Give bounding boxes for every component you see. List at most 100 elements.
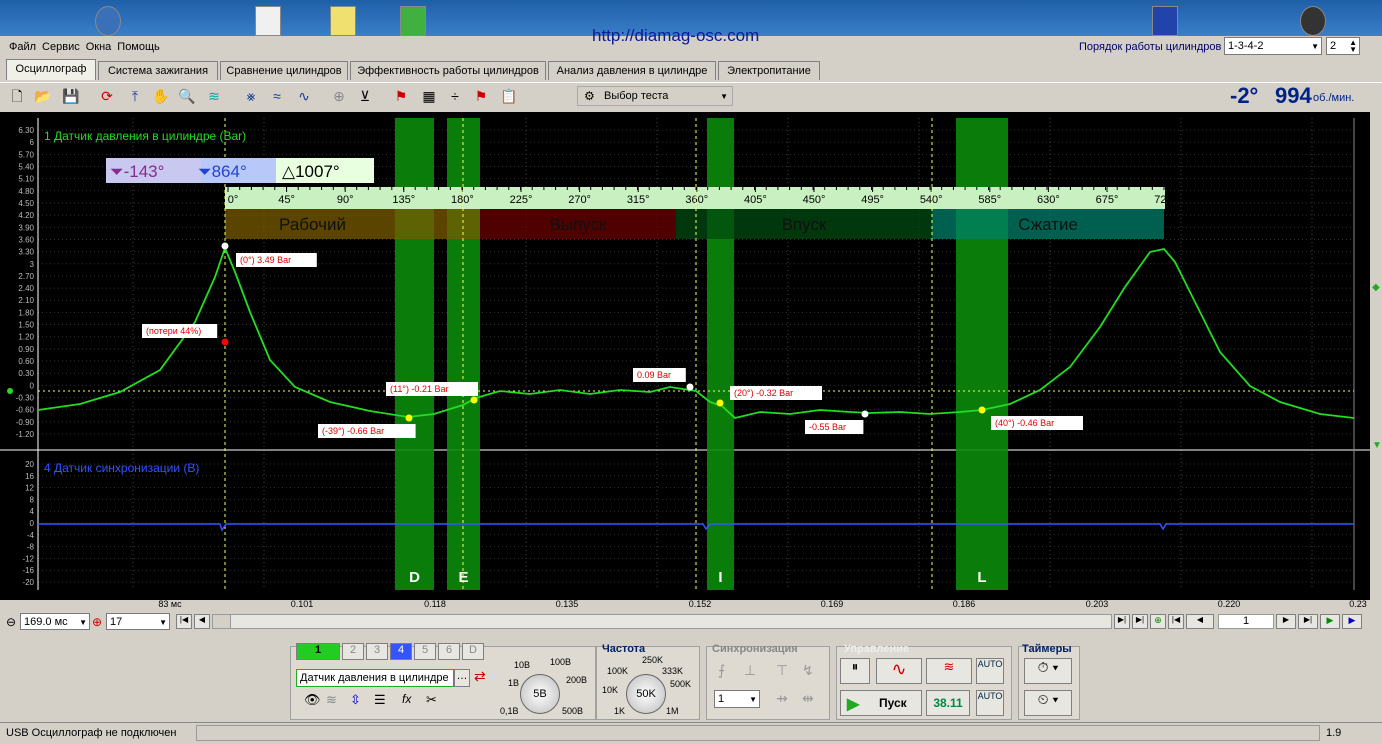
tab-power[interactable]: Электропитание bbox=[718, 61, 820, 80]
desktop-icon[interactable] bbox=[400, 6, 426, 36]
frequency-knob[interactable]: 50K bbox=[626, 674, 666, 714]
scroll-thumb[interactable] bbox=[213, 615, 231, 628]
sensor-browse-button[interactable]: … bbox=[454, 669, 470, 687]
trigger-select[interactable]: 17 ▼ bbox=[106, 613, 170, 630]
edge-rising-icon[interactable]: ⨍ bbox=[718, 662, 725, 679]
frame-number[interactable]: 1 bbox=[1218, 614, 1274, 629]
next-button[interactable]: ▶| bbox=[1114, 614, 1130, 629]
frame-last-button[interactable]: ▶| bbox=[1298, 614, 1318, 629]
frame-first-button[interactable]: |◀ bbox=[1168, 614, 1184, 629]
start-button[interactable]: ▶ Пуск bbox=[840, 690, 922, 716]
edge-auto-icon[interactable]: ↯ bbox=[802, 662, 814, 679]
ch1-tick-label: 3 bbox=[30, 260, 35, 269]
wave-tool-icon[interactable]: ⨳ bbox=[242, 87, 260, 105]
voltage-knob[interactable]: 5В bbox=[520, 674, 560, 714]
wave-overlay-icon[interactable]: ≈ bbox=[268, 87, 286, 105]
zoom-icon[interactable]: 🔍 bbox=[178, 87, 196, 105]
wave-filter-icon[interactable]: ≋ bbox=[326, 692, 337, 708]
channel-6-button[interactable]: 6 bbox=[438, 643, 460, 660]
eye-icon[interactable]: 👁 bbox=[304, 692, 321, 708]
new-file-icon[interactable]: 🗋 bbox=[8, 87, 26, 105]
table-icon[interactable]: ▦ bbox=[420, 87, 438, 105]
last-button[interactable]: ▶| bbox=[1132, 614, 1148, 629]
play-blue-button[interactable]: ▶ bbox=[1342, 614, 1362, 629]
sine-mode-button[interactable]: ∿ bbox=[876, 658, 922, 684]
marker-icon[interactable]: ⚑ bbox=[392, 87, 410, 105]
oscilloscope-plot[interactable]: 6.30 6 5.70 5.40 5.10 4.80 4.50 4.20 3.90 3.60 3.3… bbox=[0, 112, 1370, 609]
zoom-in-icon[interactable]: ⊕ bbox=[92, 615, 102, 629]
cylinder-order-select[interactable]: 1-3-4-2 ▼ bbox=[1224, 37, 1322, 55]
function-icon[interactable]: fx bbox=[402, 692, 411, 706]
sync-offset-icon[interactable]: ⇹ bbox=[802, 690, 814, 707]
tab-oscilloscope[interactable]: Осциллограф bbox=[6, 59, 96, 80]
invert-icon[interactable]: ⇳ bbox=[350, 692, 361, 708]
flag-icon[interactable]: ⚑ bbox=[472, 87, 490, 105]
annotation-label: (20°) -0.32 Bar bbox=[734, 388, 793, 398]
tab-cylinder-compare[interactable]: Сравнение цилиндров bbox=[220, 61, 348, 80]
timer-1-button[interactable]: ⏱ ▾ bbox=[1024, 658, 1072, 684]
zero-icon[interactable]: ⊻ bbox=[356, 87, 374, 105]
open-folder-icon[interactable]: 📂 bbox=[34, 87, 52, 105]
play-button[interactable]: ▶ bbox=[1320, 614, 1340, 629]
edge-down-icon[interactable]: ⊤ bbox=[776, 662, 788, 679]
probe-icon[interactable]: ⇄ bbox=[474, 668, 486, 685]
auto-icon[interactable]: ⊕ bbox=[330, 87, 348, 105]
desktop-icon[interactable] bbox=[255, 6, 281, 36]
cursor-tool-icon[interactable]: ⟳ bbox=[98, 87, 116, 105]
channel-d-button[interactable]: D bbox=[462, 643, 484, 660]
frame-next-button[interactable]: ▶ bbox=[1276, 614, 1296, 629]
clipboard-icon[interactable]: 📋 bbox=[500, 87, 518, 105]
timebase-select[interactable]: 169.0 мс ▼ bbox=[20, 613, 90, 630]
first-page-button[interactable]: |◀ bbox=[176, 614, 192, 629]
ch4-tick-label: 4 bbox=[30, 507, 35, 516]
menu-help[interactable]: Помощь bbox=[117, 41, 160, 53]
desktop-icon[interactable] bbox=[95, 6, 121, 36]
filter-icon[interactable]: ≋ bbox=[205, 87, 223, 105]
tab-cylinder-efficiency[interactable]: Эффективность работы цилиндров bbox=[350, 61, 546, 80]
hand-tool-icon[interactable]: ✋ bbox=[152, 87, 170, 105]
ch1-arrow-icon[interactable]: ▼ bbox=[1372, 440, 1382, 451]
horizontal-scrollbar[interactable] bbox=[212, 614, 1112, 629]
recorder-mode-button[interactable]: ≋ bbox=[926, 658, 972, 684]
measure-value[interactable]: 38.11 bbox=[926, 690, 970, 716]
auto-mode-button[interactable]: AUTO bbox=[976, 658, 1004, 684]
sync-level-icon[interactable]: ⇸ bbox=[776, 690, 788, 707]
lines-icon[interactable]: ☰ bbox=[374, 692, 386, 708]
channel-1-button[interactable]: 1 bbox=[296, 643, 340, 660]
spin-arrows-icon: ▲ ▼ bbox=[1349, 38, 1357, 54]
test-select[interactable]: ⚙ Выбор теста ▼ bbox=[577, 86, 733, 106]
cylinder-spin[interactable]: 2 ▲ ▼ bbox=[1326, 37, 1360, 55]
ch4-tick-label: -16 bbox=[22, 566, 34, 575]
tools-icon[interactable]: ✂ bbox=[426, 692, 437, 708]
wave-compare-icon[interactable]: ∿ bbox=[295, 87, 313, 105]
zoom-out-icon[interactable]: ⊖ bbox=[6, 615, 16, 629]
pause-button[interactable]: ⏸ bbox=[840, 658, 870, 684]
desktop-icon[interactable] bbox=[1152, 6, 1178, 36]
prev-page-button[interactable]: ◀ bbox=[194, 614, 210, 629]
tab-pressure-analysis[interactable]: Анализ давления в цилиндре bbox=[548, 61, 716, 80]
edge-up-icon[interactable]: ⊥ bbox=[744, 662, 756, 679]
ch1-marker-icon[interactable]: ◆ bbox=[1372, 282, 1380, 293]
split-icon[interactable]: ÷ bbox=[446, 87, 464, 105]
sync-channel-select[interactable]: 1 ▼ bbox=[714, 690, 760, 708]
sensor-select[interactable]: Датчик давления в цилиндре bbox=[296, 669, 454, 687]
scope-canvas[interactable]: 6.30 6 5.70 5.40 5.10 4.80 4.50 4.20 3.90 3.60 3.3… bbox=[0, 112, 1370, 609]
tab-ignition[interactable]: Система зажигания bbox=[98, 61, 218, 80]
timer-2-button[interactable]: ⏲ ▾ bbox=[1024, 690, 1072, 716]
menu-file[interactable]: Файл bbox=[9, 41, 36, 53]
desktop-icon[interactable] bbox=[330, 6, 356, 36]
channel-3-button[interactable]: 3 bbox=[366, 643, 388, 660]
channel-2-button[interactable]: 2 bbox=[342, 643, 364, 660]
channel-4-button[interactable]: 4 bbox=[390, 643, 412, 660]
measure-tool-icon[interactable]: ⤒ bbox=[126, 87, 144, 105]
ch1-tick-label: 2.40 bbox=[18, 284, 34, 293]
auto-run-button[interactable]: AUTO bbox=[976, 690, 1004, 716]
add-frame-button[interactable]: ⊕ bbox=[1150, 614, 1166, 629]
menu-service[interactable]: Сервис bbox=[42, 41, 80, 53]
chevron-down-icon: ▼ bbox=[159, 618, 167, 627]
frame-prev-button[interactable]: ◀ bbox=[1186, 614, 1214, 629]
desktop-icon[interactable] bbox=[1300, 6, 1326, 36]
channel-5-button[interactable]: 5 bbox=[414, 643, 436, 660]
save-icon[interactable]: 💾 bbox=[62, 87, 80, 105]
menu-windows[interactable]: Окна bbox=[86, 41, 112, 53]
